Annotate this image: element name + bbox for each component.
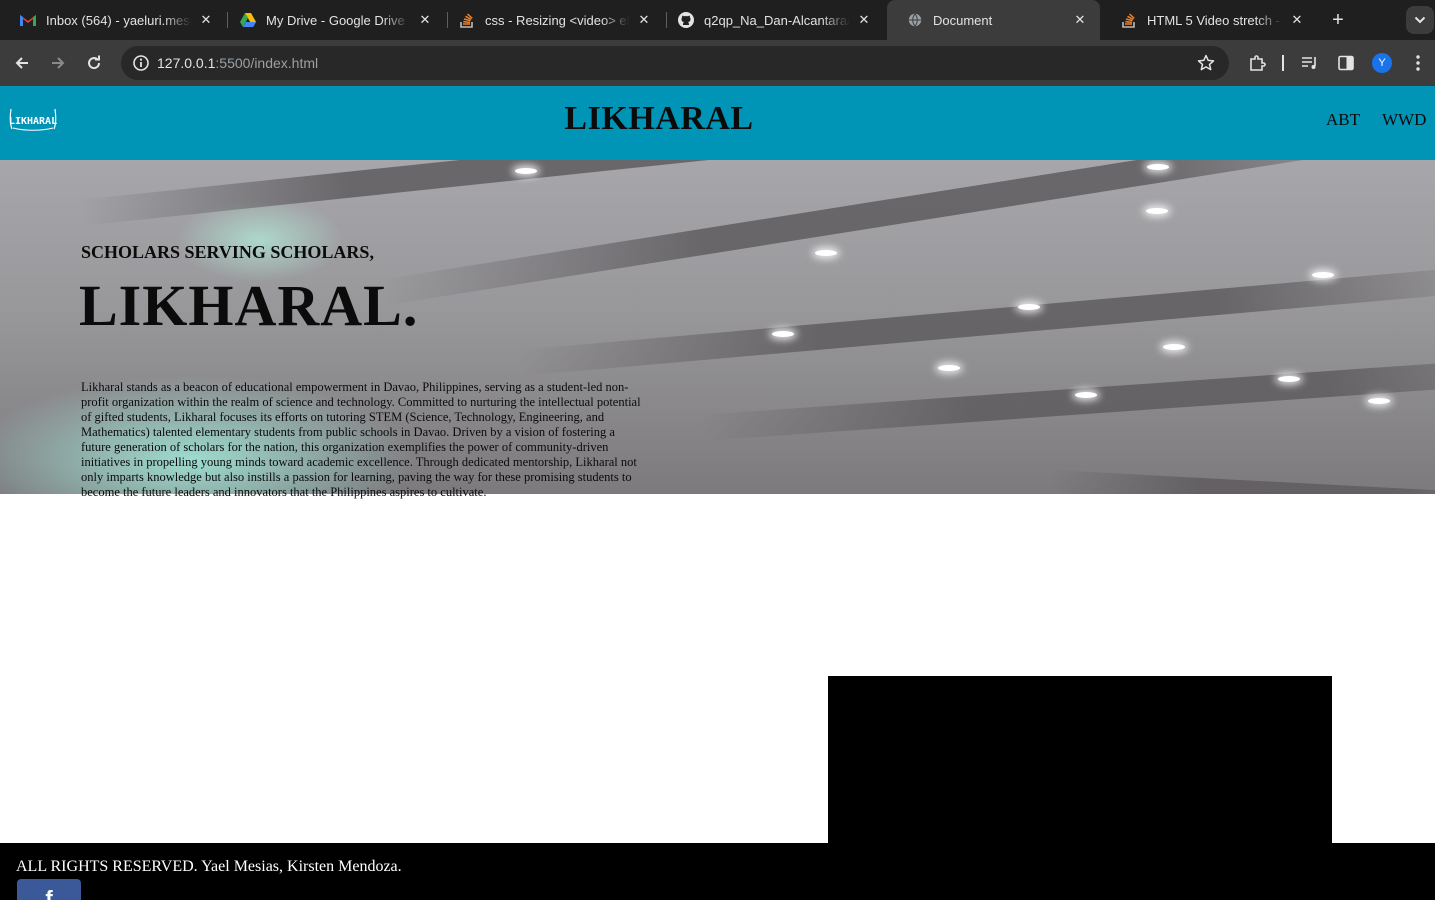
tab-title: q2qp_Na_Dan-Alcantara/c	[704, 12, 850, 28]
browser-tab-stackoverflow-stretch[interactable]: HTML 5 Video stretch - Stack ✕	[1101, 0, 1317, 40]
tab-title: My Drive - Google Drive	[266, 12, 405, 28]
hero-title: LIKHARAL.	[79, 273, 419, 338]
puzzle-icon	[1250, 55, 1266, 71]
nav-link-wwd[interactable]: WWD	[1382, 110, 1426, 130]
hero-tagline: SCHOLARS SERVING SCHOLARS,	[81, 242, 374, 262]
ceiling-lamp	[515, 168, 537, 174]
ceiling-lamp	[1368, 398, 1390, 404]
forward-button[interactable]	[46, 51, 70, 75]
media-controls-button[interactable]	[1298, 51, 1322, 75]
back-button[interactable]	[10, 51, 34, 75]
site-header: LIKHARAL LIKHARAL ABT WWD	[0, 86, 1435, 160]
site-footer: ALL RIGHTS RESERVED. Yael Mesias, Kirste…	[0, 843, 1435, 900]
side-panel-button[interactable]	[1334, 51, 1358, 75]
nav-link-abt[interactable]: ABT	[1326, 110, 1360, 130]
tab-title: Inbox (564) - yaeluri.mesias	[46, 12, 192, 28]
toolbar-divider	[1282, 55, 1284, 71]
close-icon[interactable]: ✕	[636, 12, 652, 28]
ceiling-beam	[699, 352, 1435, 441]
ceiling-lamp	[938, 365, 960, 371]
ceiling-lamp	[1146, 208, 1168, 214]
github-icon	[678, 12, 694, 28]
tab-search-button[interactable]	[1406, 6, 1434, 34]
url-text: 127.0.0.1:5500/index.html	[157, 55, 318, 71]
profile-avatar[interactable]: Y	[1372, 53, 1392, 73]
browser-tab-gmail[interactable]: Inbox (564) - yaeluri.mesias ✕	[0, 0, 226, 40]
ceiling-lamp	[772, 331, 794, 337]
chevron-down-icon	[1414, 16, 1426, 24]
new-tab-button[interactable]: +	[1326, 8, 1350, 32]
close-icon[interactable]: ✕	[1072, 12, 1088, 28]
facebook-button[interactable]: f	[17, 879, 81, 900]
stackoverflow-icon	[1121, 12, 1137, 28]
ceiling-lamp	[1163, 344, 1185, 350]
google-drive-icon	[240, 12, 256, 28]
browser-tab-strip: Inbox (564) - yaeluri.mesias ✕ My Drive …	[0, 0, 1435, 40]
ceiling-lamp	[1278, 376, 1300, 382]
ceiling-lamp	[1075, 392, 1097, 398]
arrow-right-icon	[52, 57, 65, 69]
url-path: :5500/index.html	[215, 55, 319, 71]
browser-toolbar: 127.0.0.1:5500/index.html	[0, 40, 1435, 86]
side-panel-icon	[1338, 55, 1354, 71]
globe-icon	[907, 12, 923, 28]
gmail-icon	[20, 12, 36, 28]
ceiling-lamp	[815, 250, 837, 256]
url-host: 127.0.0.1	[157, 55, 216, 71]
browser-tab-document[interactable]: Document ✕	[887, 0, 1100, 40]
site-info-icon[interactable]	[129, 51, 153, 75]
reload-icon	[88, 55, 101, 70]
extensions-button[interactable]	[1245, 51, 1269, 75]
hero-description: Likharal stands as a beacon of education…	[81, 380, 641, 499]
tab-title: HTML 5 Video stretch - Stack	[1147, 12, 1283, 28]
close-icon[interactable]: ✕	[856, 12, 872, 28]
media-queue-icon	[1302, 57, 1316, 69]
browser-menu-button[interactable]	[1406, 51, 1430, 75]
tab-title: Document	[933, 12, 993, 28]
arrow-left-icon	[15, 57, 28, 69]
bookmark-star-icon[interactable]	[1195, 52, 1217, 74]
browser-tab-drive[interactable]: My Drive - Google Drive ✕	[220, 0, 445, 40]
close-icon[interactable]: ✕	[1289, 12, 1305, 28]
ceiling-beam	[1049, 470, 1435, 494]
ceiling-lamp	[1018, 304, 1040, 310]
ceiling-lamp	[1312, 272, 1334, 278]
kebab-menu-icon	[1416, 55, 1420, 71]
browser-tab-stackoverflow-resizing[interactable]: css - Resizing <video> element ✕	[439, 0, 664, 40]
close-icon[interactable]: ✕	[417, 12, 433, 28]
stackoverflow-icon	[459, 12, 475, 28]
facebook-icon: f	[45, 886, 53, 900]
ceiling-lamp	[1147, 164, 1169, 170]
address-bar[interactable]: 127.0.0.1:5500/index.html	[121, 46, 1229, 80]
tab-title: css - Resizing <video> element	[485, 12, 630, 28]
reload-button[interactable]	[82, 51, 106, 75]
close-icon[interactable]: ✕	[198, 12, 214, 28]
site-title: LIKHARAL	[564, 100, 754, 137]
browser-tab-github[interactable]: q2qp_Na_Dan-Alcantara/c ✕	[658, 0, 884, 40]
footer-copyright: ALL RIGHTS RESERVED. Yael Mesias, Kirste…	[16, 858, 402, 875]
embedded-video[interactable]	[828, 676, 1332, 843]
ceiling-beam	[518, 262, 1435, 376]
